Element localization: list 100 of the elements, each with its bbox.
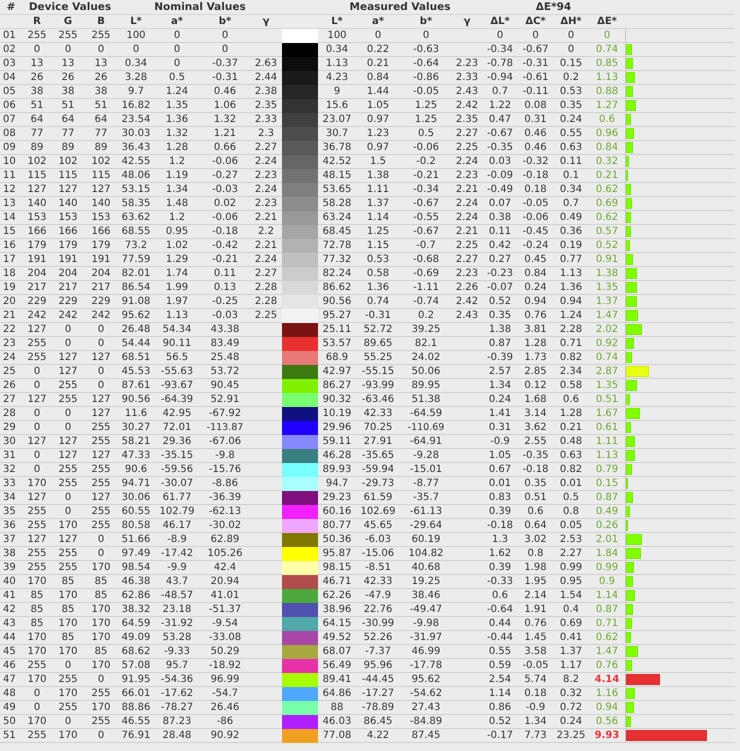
table-cell-text: 100 [326,29,348,42]
table-cell-text: 0.26 [594,519,620,532]
table-cell-text: 0.53 [558,85,584,98]
table-cell-text: -0.06 [211,211,239,224]
table-cell-text: 25 [2,365,17,378]
table-cell-text: 0.11 [558,155,584,168]
table-cell-text: 2.87 [594,365,620,378]
table-cell-text: 0 [64,407,72,420]
table-cell-text: 38.96 [322,603,352,616]
table-cell-text: 1.36 [558,281,584,294]
table-cell-text: 1.74 [164,267,190,280]
table-cell-text: 03 [2,57,17,70]
table-cell-text: 21 [2,309,17,322]
table-cell-text: 3.02 [523,533,548,546]
table-cell-text: 0 [96,337,106,350]
table-cell-text: 2.24 [454,211,480,224]
table-cell-text: 23 [2,337,17,350]
table-cell-text: 1.37 [558,645,584,658]
table-cell-text: 0.6 [562,393,580,406]
table-cell-text: -84.89 [408,715,444,728]
table-cell-text: 43.38 [210,323,240,336]
table-cell-text: -0.69 [412,267,440,280]
table-cell-text: -17.62 [160,687,194,700]
table-cell-text: 38.46 [410,589,442,602]
table-cell-text: 105.26 [206,547,244,560]
group-header: Nominal Values [153,0,247,15]
table-cell-text: 49.52 [322,631,352,644]
table-cell-text: 94.7 [324,477,350,490]
table-cell-text: 1.36 [164,113,190,126]
table-cell-text: 48.06 [120,169,152,182]
table-cell-text: -17.42 [160,547,194,560]
table-cell-text: 3.62 [523,421,548,434]
table-cell-text: 54.34 [162,323,192,336]
table-cell-text: 170 [90,617,112,630]
table-cell-text: 1.25 [366,225,390,238]
table-cell-text: 115 [26,169,48,182]
table-cell-text: -63.46 [360,393,396,406]
table-cell-text: 2.27 [454,127,480,140]
column-header: ΔL* [489,15,511,29]
table-cell-text: 33 [2,477,17,490]
table-cell-text: -0.74 [412,295,440,308]
table-cell-text: 170 [26,645,48,658]
table-cell-text: -0.55 [412,211,440,224]
table-cell-text: 0 [96,365,106,378]
table-cell-text: 2.43 [454,85,480,98]
table-cell-text: 255 [90,29,112,42]
table-cell-text: 255 [90,463,112,476]
table-cell-text: 22 [2,323,17,336]
table-cell-text: -0.68 [412,253,440,266]
table-cell-text: 53.57 [322,337,352,350]
table-cell-text: 0.85 [594,57,620,70]
table-cell-text: 0.45 [523,253,548,266]
table-cell-text: 63.62 [120,211,152,224]
table-cell-text: 2.28 [254,281,278,294]
table-cell-text: 2.25 [454,239,480,252]
table-cell-text: 09 [2,141,17,154]
table-cell-text: 42.33 [362,407,394,420]
table-cell-text: 0 [96,533,106,546]
table-cell-text: 58.35 [120,197,152,210]
table-cell-text: 83.49 [210,337,240,350]
table-cell-text: -0.67 [486,127,514,140]
table-cell-text: 191 [26,253,48,266]
table-cell-text: 0.67 [488,463,512,476]
table-cell-text: 88 [330,701,344,714]
table-cell-text: 2.24 [254,155,278,168]
table-cell-text: -0.31 [211,71,239,84]
table-cell-text: 0.55 [558,127,584,140]
table-cell-text: -0.31 [364,309,392,322]
table-cell-text: 0.97 [366,141,390,154]
table-cell-text: 2.21 [454,225,480,238]
table-cell-text: 0 [374,29,382,42]
column-header: L* [129,15,143,29]
table-cell-text: -48.57 [160,589,194,602]
table-cell-text: 13 [60,57,76,70]
table-cell-text: 1.5 [369,155,387,168]
table-cell-text: -47.9 [364,589,392,602]
table-cell-text: 51 [2,729,17,742]
table-cell-text: 1.28 [164,141,190,154]
table-cell-text: 0.58 [366,267,390,280]
table-cell-text: 0.32 [558,687,584,700]
table-cell-text: 9.93 [594,729,620,742]
table-cell-text: 26 [30,71,44,84]
table-cell-text: -29.73 [360,477,396,490]
table-cell-text: -0.17 [486,729,514,742]
table-cell-text: 98.54 [120,561,152,574]
table-cell-text: 217 [26,281,48,294]
table-cell-text: 1.15 [366,239,390,252]
table-cell-text: -67.92 [208,407,242,420]
table-cell-text: 0 [64,337,72,350]
table-cell-text: 0.62 [594,631,620,644]
table-cell-text: 255 [57,561,79,574]
table-cell-text: 26.48 [120,323,152,336]
table-cell-text: 2.24 [454,155,480,168]
table-cell-text: 0.36 [558,225,584,238]
table-cell-text: 1.24 [558,309,584,322]
table-cell-text: -30.07 [160,477,194,490]
group-header: Device Values [28,0,112,15]
table-cell-text: 0.87 [488,337,512,350]
table-cell-text: 0.74 [366,295,390,308]
table-cell-text: -0.86 [412,71,440,84]
